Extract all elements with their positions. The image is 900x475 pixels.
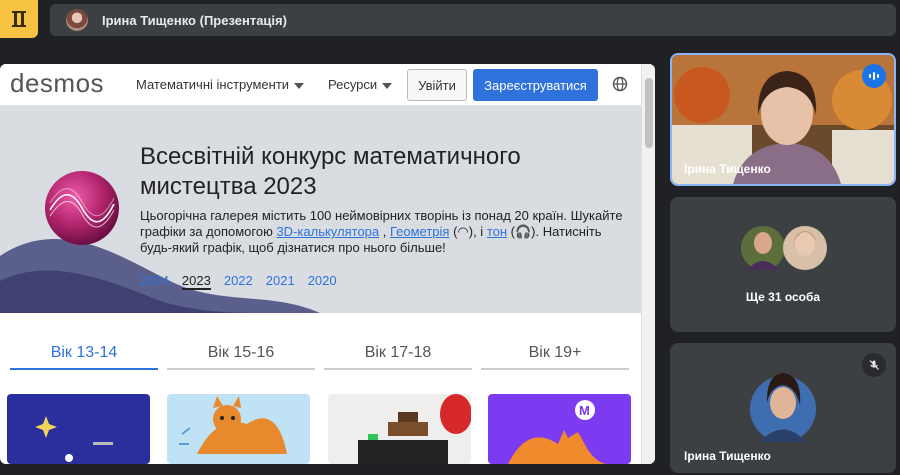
- desmos-navbar: desmos Математичні інструменти Ресурси У…: [0, 64, 641, 106]
- contest-orb-icon: [45, 171, 119, 245]
- signup-button[interactable]: Зареєструватися: [473, 69, 598, 101]
- gallery-thumb-2[interactable]: [167, 394, 310, 464]
- tab-age-15-16[interactable]: Вік 15-16: [167, 338, 315, 370]
- year-2022[interactable]: 2022: [224, 273, 253, 290]
- speaker-name: Ірина Тищенко: [684, 162, 771, 176]
- gallery-thumb-4[interactable]: M: [488, 394, 631, 464]
- geometry-link[interactable]: Геометрія: [390, 224, 449, 239]
- year-2024[interactable]: 2024: [140, 273, 169, 290]
- gallery-thumb-3[interactable]: [328, 394, 471, 464]
- presenter-avatar: [66, 9, 88, 31]
- others-tile[interactable]: Ще 31 особа: [670, 197, 896, 332]
- chevron-down-icon: [294, 82, 305, 89]
- math-tools-label: Математичні інструменти: [136, 77, 290, 92]
- tab-age-17-18[interactable]: Вік 17-18: [324, 338, 472, 370]
- page-scrollbar[interactable]: [641, 64, 655, 464]
- mic-muted-icon: [862, 353, 886, 377]
- others-avatars: [741, 226, 827, 270]
- year-2021[interactable]: 2021: [266, 273, 295, 290]
- meet-top-bar: Ірина Тищенко (Презентація): [0, 0, 900, 44]
- desc-text: ,: [379, 224, 390, 239]
- tab-age-13-14[interactable]: Вік 13-14: [10, 338, 158, 370]
- desc-text: (◠), і: [449, 224, 487, 239]
- 3d-calculator-link[interactable]: 3D-калькулятора: [276, 224, 379, 239]
- contest-hero: Всесвітній конкурс математичного мистецт…: [0, 106, 641, 313]
- chevron-down-icon: [382, 82, 393, 89]
- self-tile[interactable]: Ірина Тищенко: [670, 343, 896, 473]
- year-selector: 2024 2023 2022 2021 2020: [140, 273, 337, 290]
- presentation-title: Ірина Тищенко (Презентація): [102, 12, 287, 28]
- app-logo-icon[interactable]: [0, 0, 38, 38]
- svg-text:M: M: [579, 403, 590, 418]
- speaking-indicator-icon: [862, 64, 886, 88]
- year-2020[interactable]: 2020: [308, 273, 337, 290]
- speaker-tile[interactable]: Ірина Тищенко: [670, 53, 896, 186]
- resources-label: Ресурси: [328, 77, 378, 92]
- hero-title: Всесвітній конкурс математичного мистецт…: [140, 143, 521, 200]
- self-name: Ірина Тищенко: [684, 449, 771, 463]
- resources-menu[interactable]: Ресурси: [328, 77, 393, 92]
- desmos-logo[interactable]: desmos: [10, 68, 104, 99]
- tone-link[interactable]: тон: [487, 224, 507, 239]
- scrollbar-thumb[interactable]: [645, 78, 653, 148]
- hero-description: Цьогорічна галерея містить 100 неймовірн…: [140, 208, 630, 256]
- presentation-pill[interactable]: Ірина Тищенко (Презентація): [50, 4, 896, 36]
- shared-screen: desmos Математичні інструменти Ресурси У…: [0, 64, 655, 464]
- others-count: Ще 31 особа: [745, 290, 821, 304]
- year-2023[interactable]: 2023: [181, 273, 211, 290]
- gallery-thumb-1[interactable]: [7, 394, 150, 464]
- globe-icon[interactable]: [612, 76, 628, 92]
- tab-age-19-plus[interactable]: Вік 19+: [481, 338, 629, 370]
- login-button[interactable]: Увійти: [407, 69, 467, 101]
- age-tabs: Вік 13-14 Вік 15-16 Вік 17-18 Вік 19+: [0, 338, 641, 370]
- math-tools-menu[interactable]: Математичні інструменти: [136, 77, 305, 92]
